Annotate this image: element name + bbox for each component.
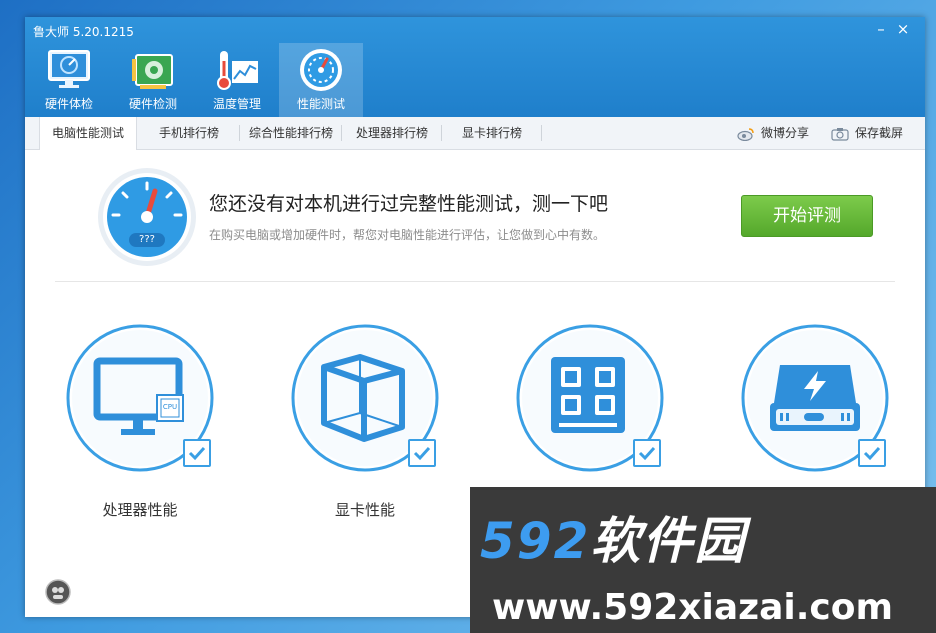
memory-checkbox[interactable] (633, 439, 661, 467)
nav-hardware-checkup[interactable]: 硬件体检 (27, 43, 111, 117)
disk-checkbox[interactable] (858, 439, 886, 467)
nav-label: 温度管理 (212, 97, 261, 111)
tab-bar: 电脑性能测试 手机排行榜 综合性能排行榜 处理器排行榜 显卡排行榜 微博分享 保… (25, 117, 925, 150)
circuit-board-icon (130, 47, 176, 93)
cpu-badge: CPU (162, 403, 178, 411)
tab-separator (239, 125, 240, 141)
save-screenshot-label: 保存截屏 (855, 126, 904, 140)
nav-label: 性能测试 (296, 97, 345, 111)
watermark-text: 软件园 (590, 512, 747, 570)
nav-hardware-detect[interactable]: 硬件检测 (111, 43, 195, 117)
top-bar: 鲁大师 5.20.1215 – × 硬件体检 硬件检测 温度管理 性能测试 (25, 17, 925, 117)
tab-cpu-ranking[interactable]: 处理器排行榜 (343, 117, 441, 149)
card-label: 处理器性能 (102, 501, 178, 519)
speedometer-icon (298, 47, 344, 93)
tab-phone-ranking[interactable]: 手机排行榜 (137, 117, 241, 149)
start-test-button[interactable]: 开始评测 (741, 195, 873, 237)
card-disk-performance[interactable] (740, 323, 890, 473)
nav-temperature[interactable]: 温度管理 (195, 43, 279, 117)
card-gpu-performance[interactable]: 显卡性能 (290, 323, 440, 519)
tab-separator (541, 125, 542, 141)
weibo-icon (737, 127, 754, 141)
divider (55, 281, 895, 282)
camera-icon (831, 127, 849, 141)
tab-separator (441, 125, 442, 141)
watermark-title: 592软件园 (480, 501, 746, 573)
speed-gauge-icon: ??? (97, 167, 197, 267)
close-button[interactable]: × (893, 20, 913, 38)
nav-label: 硬件体检 (44, 97, 93, 111)
card-cpu-performance[interactable]: CPU 处理器性能 (65, 323, 215, 519)
tab-separator (341, 125, 342, 141)
nav-performance-test[interactable]: 性能测试 (279, 43, 363, 117)
nav-label: 硬件检测 (128, 97, 177, 111)
monitor-icon (46, 47, 92, 93)
gpu-checkbox[interactable] (408, 439, 436, 467)
tab-pc-performance[interactable]: 电脑性能测试 (39, 117, 137, 150)
app-title: 鲁大师 5.20.1215 (33, 25, 134, 39)
card-memory-performance[interactable] (515, 323, 665, 473)
weibo-share-button[interactable]: 微博分享 (737, 117, 809, 149)
hero-subtext: 在购买电脑或增加硬件时，帮您对电脑性能进行评估，让您做到心中有数。 (209, 228, 606, 242)
tab-overall-ranking[interactable]: 综合性能排行榜 (241, 117, 341, 149)
watermark-url: www.592xiazai.com (492, 587, 893, 628)
cpu-checkbox[interactable] (183, 439, 211, 467)
minimize-button[interactable]: – (871, 20, 891, 38)
weibo-share-label: 微博分享 (761, 126, 810, 140)
save-screenshot-button[interactable]: 保存截屏 (831, 117, 903, 149)
tab-gpu-ranking[interactable]: 显卡排行榜 (443, 117, 541, 149)
watermark-number: 592 (480, 512, 591, 570)
card-label: 显卡性能 (334, 501, 395, 519)
hero-heading: 您还没有对本机进行过完整性能测试，测一下吧 (209, 193, 609, 215)
watermark-banner: 592软件园 www.592xiazai.com (470, 487, 936, 633)
ludashi-logo-icon[interactable] (45, 579, 71, 605)
gauge-value: ??? (139, 234, 155, 245)
thermometer-icon (214, 47, 260, 93)
